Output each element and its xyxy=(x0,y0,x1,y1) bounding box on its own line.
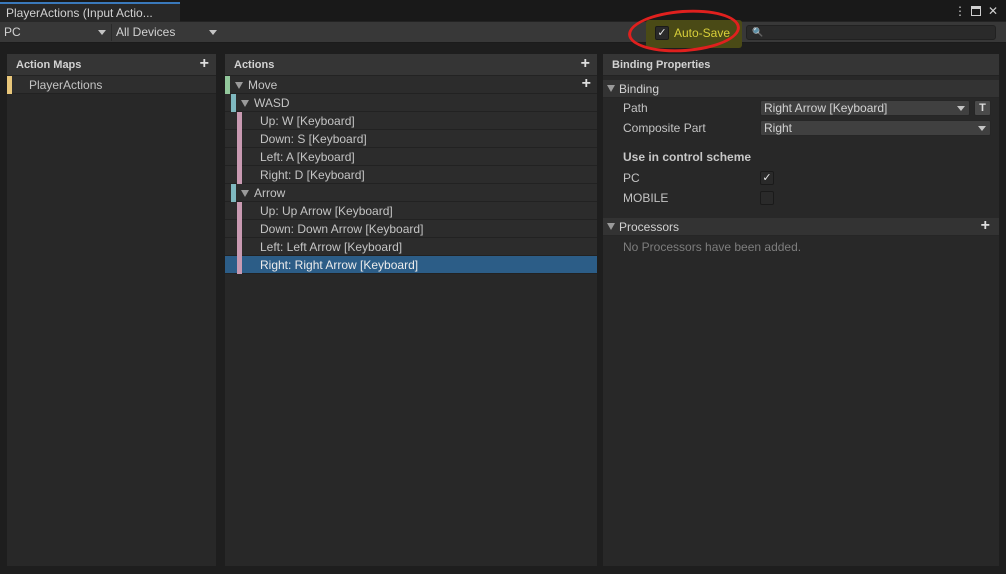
composite-part-dropdown[interactable]: Right xyxy=(760,120,991,136)
binding-label: Up: W [Keyboard] xyxy=(260,114,355,128)
path-dropdown[interactable]: Right Arrow [Keyboard] xyxy=(760,100,970,116)
binding-color-bar xyxy=(237,166,242,184)
devices-dropdown[interactable]: All Devices xyxy=(111,24,221,41)
binding-row[interactable]: Left: Left Arrow [Keyboard] xyxy=(225,238,597,256)
control-scheme-value: PC xyxy=(4,25,21,39)
binding-row[interactable]: Down: S [Keyboard] xyxy=(225,130,597,148)
composite-color-bar xyxy=(231,184,236,202)
binding-color-bar xyxy=(237,148,242,166)
search-input[interactable]: 🔍 xyxy=(746,25,996,40)
binding-color-bar xyxy=(237,220,242,238)
expand-triangle-icon[interactable] xyxy=(241,100,249,107)
binding-label: Down: S [Keyboard] xyxy=(260,132,367,146)
composite-part-value: Right xyxy=(764,121,793,135)
more-options-icon[interactable]: ⋮ xyxy=(954,3,966,20)
action-maps-header: Action Maps + xyxy=(7,54,216,76)
chevron-down-icon xyxy=(209,30,217,35)
binding-color-bar xyxy=(237,202,242,220)
actions-title: Actions xyxy=(234,59,275,71)
processors-section-label: Processors xyxy=(619,220,680,234)
expand-triangle-icon[interactable] xyxy=(241,190,249,197)
path-label: Path xyxy=(623,101,648,115)
binding-color-bar xyxy=(237,112,242,130)
title-bar: PlayerActions (Input Actio... ⋮ ✕ xyxy=(0,0,1006,22)
scheme-pc-checkbox[interactable]: ✓ xyxy=(760,171,774,185)
binding-label: Right: Right Arrow [Keyboard] xyxy=(260,258,419,272)
composite-color-bar xyxy=(231,94,236,112)
action-label: Move xyxy=(248,78,278,92)
binding-row[interactable]: Up: Up Arrow [Keyboard] xyxy=(225,202,597,220)
binding-color-bar xyxy=(237,130,242,148)
composite-label: WASD xyxy=(254,96,290,110)
chevron-down-icon xyxy=(978,126,986,131)
binding-row[interactable]: Down: Down Arrow [Keyboard] xyxy=(225,220,597,238)
binding-color-bar xyxy=(237,256,242,274)
composite-row-wasd[interactable]: WASD xyxy=(225,94,597,112)
binding-label: Down: Down Arrow [Keyboard] xyxy=(260,222,424,236)
window-controls: ⋮ ✕ xyxy=(954,3,998,20)
add-processor-icon[interactable]: + xyxy=(981,217,990,235)
maximize-icon[interactable] xyxy=(971,3,981,20)
scheme-row-pc: PC ✓ xyxy=(603,168,999,188)
action-maps-title: Action Maps xyxy=(16,59,82,71)
devices-value: All Devices xyxy=(116,25,176,39)
binding-row[interactable]: Left: A [Keyboard] xyxy=(225,148,597,166)
control-scheme-dropdown[interactable]: PC xyxy=(0,24,110,41)
close-icon[interactable]: ✕ xyxy=(988,3,998,20)
binding-row-selected[interactable]: Right: Right Arrow [Keyboard] xyxy=(225,256,597,274)
path-value: Right Arrow [Keyboard] xyxy=(764,101,888,115)
scheme-row-mobile: MOBILE xyxy=(603,188,999,208)
binding-label: Left: Left Arrow [Keyboard] xyxy=(260,240,403,254)
binding-label: Right: D [Keyboard] xyxy=(260,168,365,182)
collapse-triangle-icon[interactable] xyxy=(607,223,615,230)
actions-panel: Actions + Move + WASD Up: W [Keyboard] D… xyxy=(224,53,598,567)
chevron-down-icon xyxy=(957,106,965,111)
processors-empty-message: No Processors have been added. xyxy=(623,240,802,254)
composite-row-arrow[interactable]: Arrow xyxy=(225,184,597,202)
collapse-triangle-icon[interactable] xyxy=(607,85,615,92)
action-map-item[interactable]: PlayerActions xyxy=(7,76,216,94)
binding-properties-title: Binding Properties xyxy=(612,59,711,71)
composite-part-row: Composite Part Right xyxy=(603,118,999,138)
window-tab[interactable]: PlayerActions (Input Actio... xyxy=(0,2,180,22)
actions-header: Actions + xyxy=(225,54,597,76)
window-tab-title: PlayerActions (Input Actio... xyxy=(6,6,153,20)
action-map-color-bar xyxy=(7,76,12,94)
binding-properties-header: Binding Properties xyxy=(603,54,999,76)
binding-section-label: Binding xyxy=(619,82,660,96)
processors-section-header[interactable]: Processors + xyxy=(603,217,999,236)
scheme-label: MOBILE xyxy=(623,191,669,205)
add-binding-icon[interactable]: + xyxy=(582,75,591,93)
control-scheme-heading: Use in control scheme xyxy=(623,150,752,164)
action-maps-panel: Action Maps + PlayerActions xyxy=(6,53,217,567)
binding-label: Left: A [Keyboard] xyxy=(260,150,355,164)
binding-section-header[interactable]: Binding xyxy=(603,80,999,98)
scheme-label: PC xyxy=(623,171,640,185)
binding-row[interactable]: Up: W [Keyboard] xyxy=(225,112,597,130)
action-color-bar xyxy=(225,76,230,94)
composite-part-label: Composite Part xyxy=(623,121,706,135)
binding-label: Up: Up Arrow [Keyboard] xyxy=(260,204,393,218)
binding-row[interactable]: Right: D [Keyboard] xyxy=(225,166,597,184)
add-action-map-icon[interactable]: + xyxy=(200,55,209,73)
expand-triangle-icon[interactable] xyxy=(235,82,243,89)
action-row-move[interactable]: Move + xyxy=(225,75,597,94)
add-action-icon[interactable]: + xyxy=(581,55,590,73)
binding-color-bar xyxy=(237,238,242,256)
path-row: Path Right Arrow [Keyboard] T xyxy=(603,98,999,118)
text-mode-button[interactable]: T xyxy=(974,100,991,116)
composite-label: Arrow xyxy=(254,186,286,200)
scheme-mobile-checkbox[interactable] xyxy=(760,191,774,205)
action-map-label: PlayerActions xyxy=(29,78,103,92)
chevron-down-icon xyxy=(98,30,106,35)
search-icon: 🔍 xyxy=(752,27,764,37)
binding-properties-panel: Binding Properties Binding Path Right Ar… xyxy=(602,53,1000,567)
